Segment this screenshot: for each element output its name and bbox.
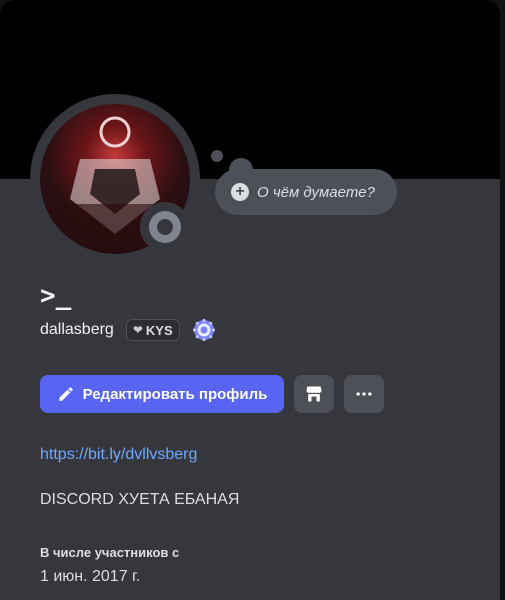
status-offline-icon — [149, 211, 181, 243]
bio-text: DISCORD ХУЕТА ЕБАНАЯ — [40, 491, 240, 508]
shop-icon — [306, 386, 322, 402]
profile-card: + О чём думаете? >_ dallasberg ❤ KYS Ред… — [0, 0, 500, 600]
shop-button[interactable] — [294, 375, 334, 413]
display-name: >_ — [40, 281, 72, 311]
heart-icon: ❤ — [132, 323, 143, 337]
thought-placeholder: О чём думаете? — [257, 183, 375, 201]
more-dots-icon — [356, 392, 372, 396]
pencil-icon — [58, 387, 73, 401]
clan-tag-label: KYS — [145, 322, 173, 338]
clan-tag[interactable]: ❤ KYS — [125, 319, 180, 341]
username-row: dallasberg ❤ KYS — [40, 318, 216, 342]
member-since-label: В числе участников с — [40, 545, 180, 560]
more-options-button[interactable] — [344, 375, 384, 413]
thought-bubble[interactable]: + О чём думаете? — [215, 169, 397, 215]
edit-profile-button[interactable]: Редактировать профиль — [40, 375, 284, 413]
nitro-badge-icon[interactable] — [192, 318, 216, 342]
edit-profile-label: Редактировать профиль — [82, 385, 268, 403]
add-icon: + — [231, 183, 249, 201]
username[interactable]: dallasberg — [40, 321, 114, 339]
member-since-date: 1 июн. 2017 г. — [40, 568, 141, 585]
profile-link[interactable]: https://bit.ly/dvllvsberg — [40, 446, 197, 464]
thought-bubble-dot-small — [211, 150, 223, 162]
